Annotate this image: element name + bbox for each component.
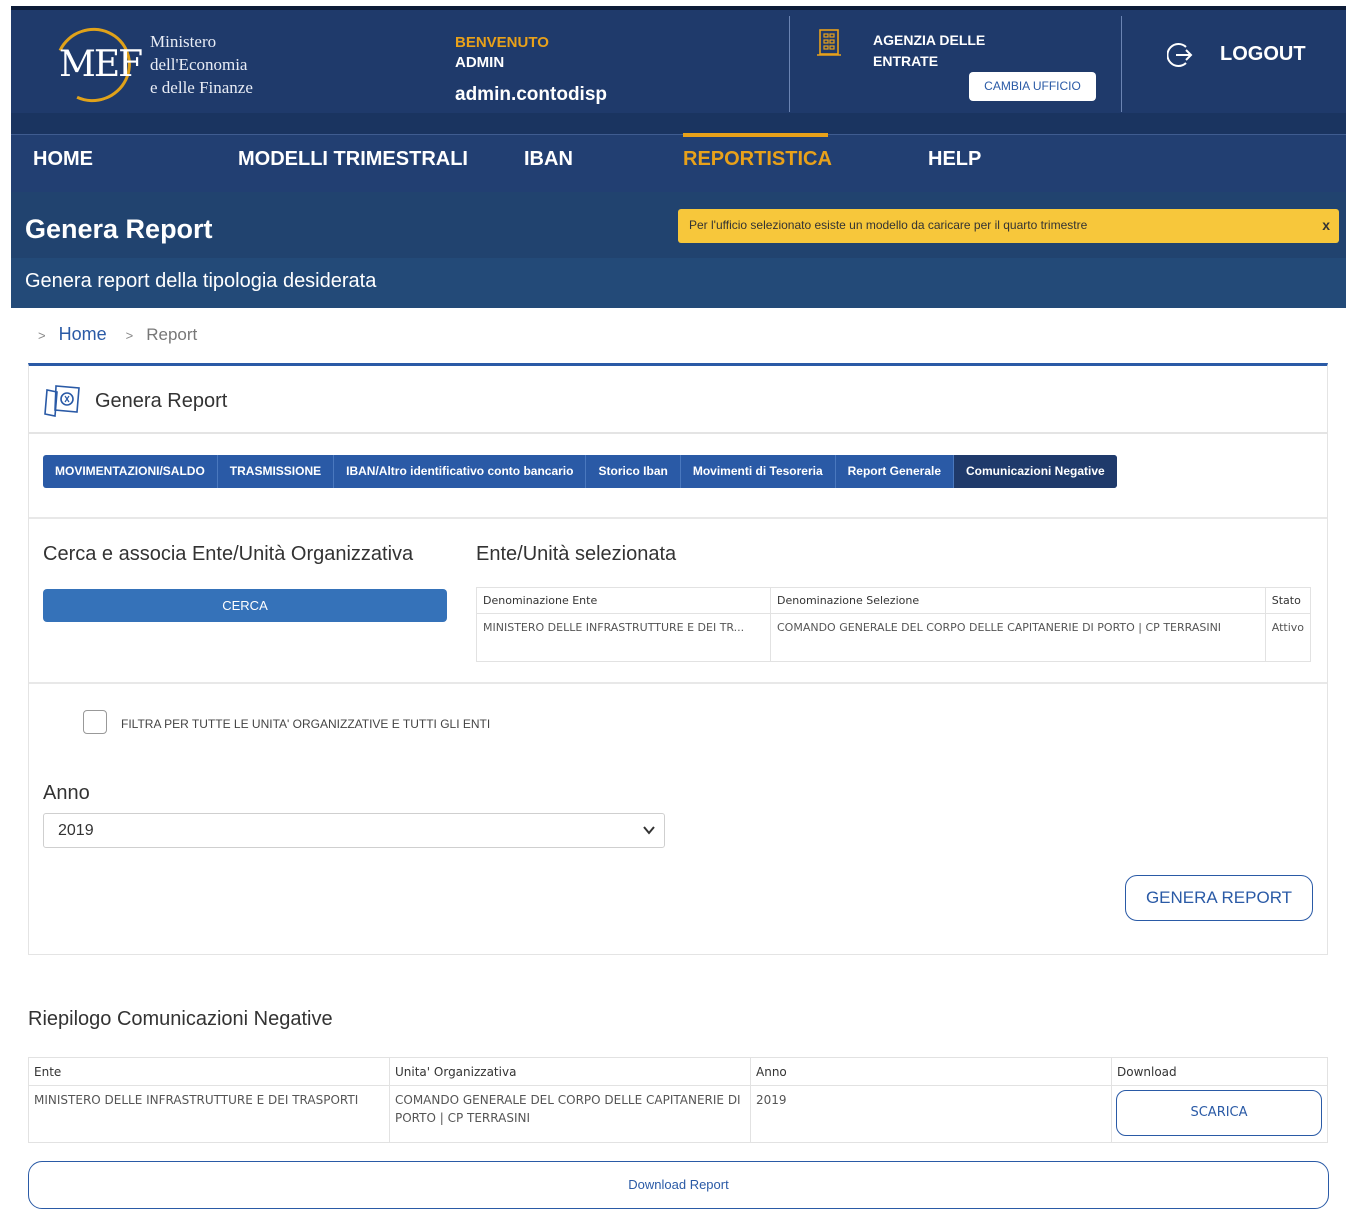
app-header: MEF Ministero dell'Economia e delle Fina… xyxy=(11,6,1346,138)
header-divider xyxy=(789,16,790,112)
year-select[interactable]: 2019 xyxy=(43,813,665,848)
breadcrumb-current: Report xyxy=(146,325,198,344)
page-title-band: Genera Report Genera report della tipolo… xyxy=(11,192,1346,308)
report-tabs: MOVIMENTAZIONI/SALDO TRASMISSIONE IBAN/A… xyxy=(43,455,1117,488)
tab-comunicazioni-negative[interactable]: Comunicazioni Negative xyxy=(954,455,1117,488)
agency-line: AGENZIA DELLE xyxy=(873,32,986,48)
ministry-name: Ministero dell'Economia e delle Finanze xyxy=(150,30,253,99)
nav-item-iban[interactable]: IBAN xyxy=(524,148,573,171)
section-divider xyxy=(29,682,1327,684)
chevron-down-icon xyxy=(643,826,655,835)
mef-logo[interactable]: MEF xyxy=(44,17,143,113)
summary-table: Ente Unita' Organizzativa Anno Download … xyxy=(28,1057,1328,1143)
table-cell: SCARICA xyxy=(1111,1085,1328,1143)
ministry-line: Ministero xyxy=(150,32,217,51)
table-cell: MINISTERO DELLE INFRASTRUTTURE E DEI TRA… xyxy=(28,1085,390,1143)
page-title: Genera Report xyxy=(25,214,213,244)
card-header: Genera Report xyxy=(29,366,1327,434)
filter-all-checkbox[interactable] xyxy=(83,710,107,734)
table-cell: MINISTERO DELLE INFRASTRUTTURE E DEI TR.… xyxy=(476,613,771,662)
card-title: Genera Report xyxy=(95,390,228,412)
breadcrumb: > Home > Report xyxy=(38,324,197,345)
change-office-button[interactable]: CAMBIA UFFICIO xyxy=(969,72,1096,101)
welcome-label: BENVENUTO xyxy=(455,34,549,51)
summary-title: Riepilogo Comunicazioni Negative xyxy=(28,1008,333,1030)
nav-item-help[interactable]: HELP xyxy=(928,148,981,171)
selected-entity-table: Denominazione Ente Denominazione Selezio… xyxy=(476,587,1312,662)
tab-movimentazioni-saldo[interactable]: MOVIMENTAZIONI/SALDO xyxy=(43,455,218,488)
table-row: MINISTERO DELLE INFRASTRUTTURE E DEI TR.… xyxy=(476,613,1312,662)
table-header-row: Ente Unita' Organizzativa Anno Download xyxy=(28,1057,1328,1086)
column-header: Denominazione Ente xyxy=(476,587,771,614)
column-header: Unita' Organizzativa xyxy=(389,1057,751,1086)
breadcrumb-separator: > xyxy=(38,328,46,343)
nav-item-reportistica[interactable]: REPORTISTICA xyxy=(683,148,832,171)
table-row: MINISTERO DELLE INFRASTRUTTURE E DEI TRA… xyxy=(28,1085,1328,1143)
nav-item-modelli-trimestrali[interactable]: MODELLI TRIMESTRALI xyxy=(238,148,468,171)
year-label: Anno xyxy=(43,782,90,804)
table-cell: Attivo xyxy=(1264,613,1312,662)
breadcrumb-home-link[interactable]: Home xyxy=(59,324,107,344)
username: admin.contodisp xyxy=(455,84,607,105)
selected-section-title: Ente/Unità selezionata xyxy=(476,543,677,565)
generate-report-card: Genera Report MOVIMENTAZIONI/SALDO TRASM… xyxy=(28,363,1328,955)
alert-close-button[interactable]: x xyxy=(1322,217,1330,233)
building-icon xyxy=(817,29,841,56)
search-button[interactable]: CERCA xyxy=(43,589,447,622)
column-header: Download xyxy=(1111,1057,1328,1086)
ministry-line: dell'Economia xyxy=(150,55,248,74)
nav-item-home[interactable]: HOME xyxy=(33,148,93,171)
year-selected-value: 2019 xyxy=(58,822,94,839)
tab-iban-altro[interactable]: IBAN/Altro identificativo conto bancario xyxy=(334,455,587,488)
column-header: Ente xyxy=(28,1057,390,1086)
header-divider xyxy=(1121,16,1122,112)
ministry-line: e delle Finanze xyxy=(150,78,253,97)
breadcrumb-separator: > xyxy=(125,328,134,343)
warning-alert: Per l'ufficio selezionato esiste un mode… xyxy=(678,209,1339,243)
logout-button[interactable]: LOGOUT xyxy=(1220,43,1306,66)
tab-report-generale[interactable]: Report Generale xyxy=(836,455,955,488)
generate-report-button[interactable]: GENERA REPORT xyxy=(1125,875,1313,921)
logout-icon[interactable] xyxy=(1167,40,1197,70)
table-cell: COMANDO GENERALE DEL CORPO DELLE CAPITAN… xyxy=(770,613,1266,662)
tab-storico-iban[interactable]: Storico Iban xyxy=(586,455,681,488)
user-welcome: BENVENUTO ADMIN admin.contodisp xyxy=(455,34,607,106)
table-cell: 2019 xyxy=(750,1085,1112,1143)
table-header-row: Denominazione Ente Denominazione Selezio… xyxy=(476,587,1312,614)
filter-all-label: FILTRA PER TUTTE LE UNITA' ORGANIZZATIVE… xyxy=(121,717,491,731)
download-button[interactable]: SCARICA xyxy=(1116,1090,1322,1136)
alert-text: Per l'ufficio selezionato esiste un mode… xyxy=(689,218,1088,232)
nav-active-indicator xyxy=(683,133,828,137)
table-cell: COMANDO GENERALE DEL CORPO DELLE CAPITAN… xyxy=(389,1085,751,1143)
agency-line: ENTRATE xyxy=(873,53,939,69)
report-document-icon xyxy=(44,385,80,417)
section-divider xyxy=(29,517,1327,519)
agency-name: AGENZIA DELLE ENTRATE xyxy=(873,30,1013,72)
column-header: Stato xyxy=(1264,587,1312,614)
page-subtitle: Genera report della tipologia desiderata xyxy=(25,270,377,292)
user-role: ADMIN xyxy=(455,54,505,71)
logo-text: MEF xyxy=(59,44,143,85)
tab-movimenti-tesoreria[interactable]: Movimenti di Tesoreria xyxy=(681,455,836,488)
main-nav: HOME MODELLI TRIMESTRALI IBAN REPORTISTI… xyxy=(11,133,1346,192)
download-report-button[interactable]: Download Report xyxy=(28,1161,1329,1209)
column-header: Anno xyxy=(750,1057,1112,1086)
column-header: Denominazione Selezione xyxy=(770,587,1266,614)
search-section-title: Cerca e associa Ente/Unità Organizzativa xyxy=(43,543,414,565)
tab-trasmissione[interactable]: TRASMISSIONE xyxy=(218,455,335,488)
